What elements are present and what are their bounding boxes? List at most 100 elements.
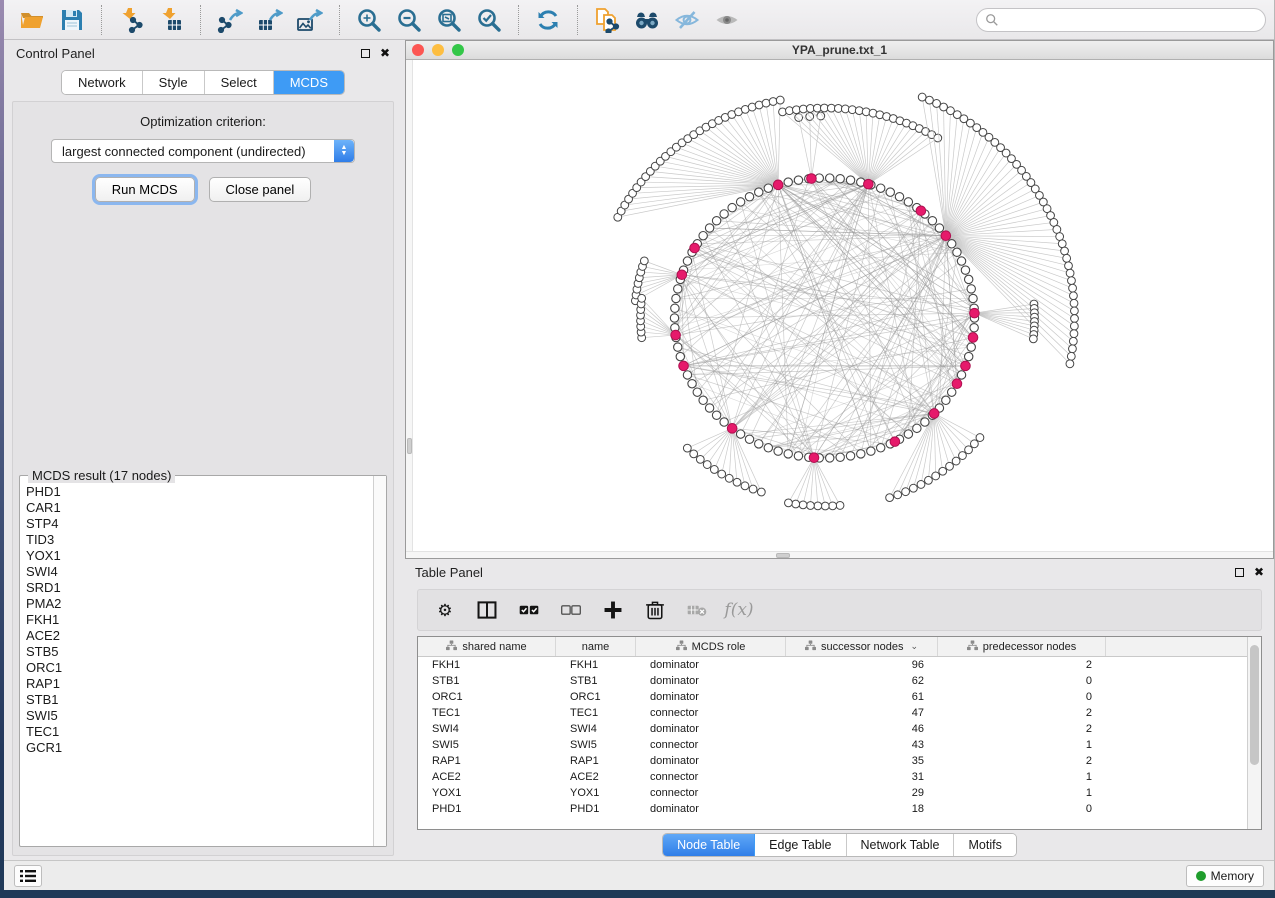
mcds-result-node[interactable]: CAR1 bbox=[26, 500, 373, 516]
network-node[interactable] bbox=[733, 478, 741, 486]
network-node[interactable] bbox=[671, 304, 679, 312]
network-node[interactable] bbox=[764, 444, 772, 452]
column-layout-button[interactable] bbox=[470, 594, 504, 626]
network-node[interactable] bbox=[1066, 360, 1074, 368]
float-table-panel-icon[interactable] bbox=[1235, 568, 1244, 577]
export-image-button[interactable] bbox=[293, 5, 327, 35]
network-node[interactable] bbox=[904, 430, 912, 438]
save-session-button[interactable] bbox=[55, 5, 89, 35]
mcds-result-node[interactable]: ACE2 bbox=[26, 628, 373, 644]
network-node[interactable] bbox=[829, 502, 837, 510]
network-node[interactable] bbox=[876, 444, 884, 452]
network-horizontal-scrollbar[interactable] bbox=[406, 551, 1273, 558]
mcds-result-node[interactable]: SRD1 bbox=[26, 580, 373, 596]
run-mcds-button[interactable]: Run MCDS bbox=[95, 177, 195, 202]
network-node[interactable] bbox=[749, 485, 757, 493]
table-row[interactable]: ORC1ORC1dominator610 bbox=[418, 689, 1247, 705]
network-node[interactable] bbox=[942, 396, 950, 404]
network-node[interactable] bbox=[776, 96, 784, 104]
result-list-scrollbar[interactable] bbox=[373, 476, 386, 846]
network-node[interactable] bbox=[769, 98, 777, 106]
network-node[interactable] bbox=[1070, 307, 1078, 315]
network-graph[interactable] bbox=[406, 60, 1273, 558]
network-node[interactable] bbox=[967, 285, 975, 293]
function-builder-button[interactable]: f(x) bbox=[722, 594, 756, 626]
network-node[interactable] bbox=[953, 248, 961, 256]
network-node[interactable] bbox=[886, 494, 894, 502]
network-node[interactable] bbox=[964, 352, 972, 360]
table-row[interactable]: TEC1TEC1connector472 bbox=[418, 705, 1247, 721]
tab-select[interactable]: Select bbox=[205, 71, 274, 94]
close-panel-icon[interactable]: ✖ bbox=[380, 47, 390, 59]
network-node[interactable] bbox=[784, 178, 792, 186]
zoom-fit-button[interactable] bbox=[432, 5, 466, 35]
network-node[interactable] bbox=[1070, 330, 1078, 338]
network-node[interactable] bbox=[1029, 335, 1037, 343]
network-node[interactable] bbox=[836, 175, 844, 183]
deselect-all-checks-button[interactable] bbox=[554, 594, 588, 626]
network-node[interactable] bbox=[774, 447, 782, 455]
network-node[interactable] bbox=[720, 418, 728, 426]
network-node[interactable] bbox=[1061, 247, 1069, 255]
tab-mcds[interactable]: MCDS bbox=[274, 71, 344, 94]
network-node[interactable] bbox=[712, 217, 720, 225]
network-node[interactable] bbox=[764, 184, 772, 192]
show-hidden-button[interactable] bbox=[710, 5, 744, 35]
network-node[interactable] bbox=[1070, 322, 1078, 330]
network-node[interactable] bbox=[939, 467, 947, 475]
import-network-button[interactable] bbox=[114, 5, 148, 35]
mcds-result-node[interactable]: SWI5 bbox=[26, 708, 373, 724]
network-node[interactable] bbox=[1071, 315, 1079, 323]
network-node[interactable] bbox=[794, 176, 802, 184]
network-node[interactable] bbox=[741, 482, 749, 490]
network-node[interactable] bbox=[876, 184, 884, 192]
search-input[interactable] bbox=[1005, 13, 1257, 27]
network-node[interactable] bbox=[745, 193, 753, 201]
network-vertical-scrollbar[interactable] bbox=[406, 60, 413, 558]
refresh-layout-button[interactable] bbox=[531, 5, 565, 35]
table-scrollbar[interactable] bbox=[1247, 637, 1261, 829]
network-window-titlebar[interactable]: YPA_prune.txt_1 bbox=[406, 41, 1273, 60]
network-canvas[interactable] bbox=[406, 60, 1273, 558]
network-node[interactable] bbox=[676, 352, 684, 360]
mcds-result-node[interactable]: STB5 bbox=[26, 644, 373, 660]
network-node[interactable] bbox=[826, 454, 834, 462]
network-node[interactable] bbox=[970, 324, 978, 332]
network-node[interactable] bbox=[902, 488, 910, 496]
mcds-result-node[interactable]: STB1 bbox=[26, 692, 373, 708]
mcds-hub-node[interactable] bbox=[952, 379, 962, 389]
network-node[interactable] bbox=[934, 134, 942, 142]
network-node[interactable] bbox=[846, 176, 854, 184]
network-node[interactable] bbox=[683, 444, 691, 452]
network-node[interactable] bbox=[1069, 345, 1077, 353]
network-node[interactable] bbox=[821, 502, 829, 510]
network-node[interactable] bbox=[688, 380, 696, 388]
network-node[interactable] bbox=[909, 484, 917, 492]
network-node[interactable] bbox=[946, 462, 954, 470]
mcds-hub-node[interactable] bbox=[677, 270, 687, 280]
network-node[interactable] bbox=[895, 193, 903, 201]
network-node[interactable] bbox=[1058, 240, 1066, 248]
mcds-hub-node[interactable] bbox=[890, 437, 900, 447]
network-node[interactable] bbox=[957, 257, 965, 265]
mcds-hub-node[interactable] bbox=[970, 308, 980, 318]
network-node[interactable] bbox=[720, 210, 728, 218]
network-node[interactable] bbox=[964, 275, 972, 283]
network-node[interactable] bbox=[928, 217, 936, 225]
network-node[interactable] bbox=[794, 452, 802, 460]
network-node[interactable] bbox=[952, 457, 960, 465]
column-header-shared-name[interactable]: shared name bbox=[418, 637, 556, 656]
network-node[interactable] bbox=[736, 198, 744, 206]
memory-button[interactable]: Memory bbox=[1186, 865, 1264, 887]
network-node[interactable] bbox=[925, 476, 933, 484]
network-node[interactable] bbox=[965, 446, 973, 454]
network-node[interactable] bbox=[728, 203, 736, 211]
network-node[interactable] bbox=[784, 450, 792, 458]
close-table-panel-icon[interactable]: ✖ bbox=[1254, 566, 1264, 578]
network-node[interactable] bbox=[846, 452, 854, 460]
network-node[interactable] bbox=[725, 474, 733, 482]
network-node[interactable] bbox=[672, 294, 680, 302]
network-node[interactable] bbox=[921, 418, 929, 426]
network-node[interactable] bbox=[1067, 352, 1075, 360]
table-row[interactable]: RAP1RAP1dominator352 bbox=[418, 753, 1247, 769]
